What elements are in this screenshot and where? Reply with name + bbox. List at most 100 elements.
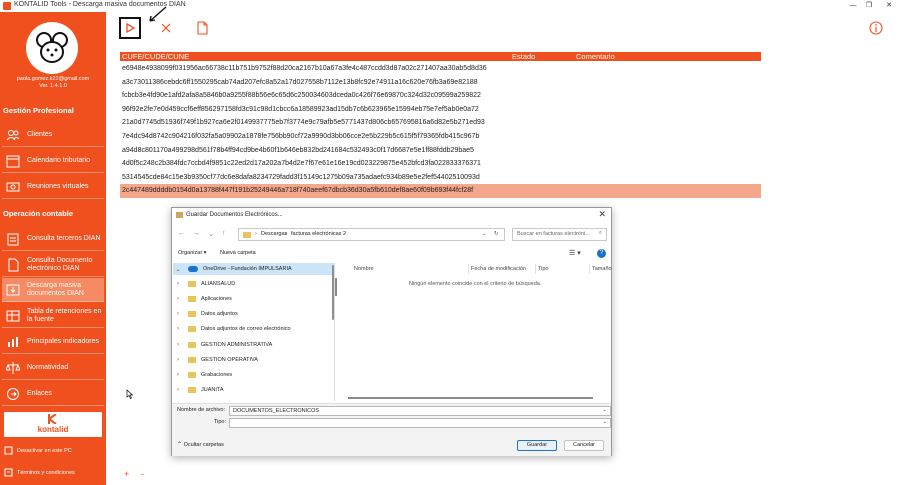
- table-row[interactable]: e6948e4938099f031956ac66738c11b751b9752f…: [120, 62, 761, 76]
- sidebar-item-calendario[interactable]: Calendario tributario: [2, 149, 104, 173]
- file-list-scrollbar[interactable]: [335, 278, 337, 296]
- address-dropdown-icon[interactable]: ⌄: [482, 231, 487, 237]
- dialog-close-button[interactable]: ✕: [598, 209, 606, 220]
- help-icon[interactable]: ?: [597, 249, 606, 258]
- sidebar-item-enlaces[interactable]: Enlaces: [2, 382, 104, 406]
- deactivate-pc-label: Desactivar en este PC: [17, 447, 72, 454]
- save-button[interactable]: Guardar: [517, 440, 557, 451]
- col-nombre[interactable]: Nombre: [354, 266, 374, 272]
- maximize-button[interactable]: ❐: [860, 0, 878, 12]
- mouse-cursor-icon: [126, 389, 134, 399]
- sidebar-item-consulta-terceros[interactable]: Consulta terceros DIAN: [2, 227, 104, 251]
- deactivate-pc-link[interactable]: Desactivar en este PC: [4, 446, 72, 455]
- tree-item-label: Grabaciones: [201, 372, 233, 378]
- sidebar-item-reuniones[interactable]: Reuniones virtuales: [2, 175, 104, 199]
- chevron-down-icon: ⌄: [175, 266, 181, 273]
- mouse-mascot-icon: [36, 32, 68, 63]
- sidebar-item-label: Descarga masiva documentos DIAN: [27, 281, 84, 297]
- video-icon: [6, 182, 20, 191]
- tree-item-label: Aplicaciones: [201, 296, 232, 302]
- view-options-icon[interactable]: ☰ ▾: [569, 249, 581, 257]
- dialog-folder-icon: [176, 212, 183, 218]
- table-row[interactable]: 5314545cde84c15e3b9350cf77dc6e8dafa82347…: [120, 171, 761, 185]
- sidebar-item-tabla-retenciones[interactable]: Tabla de retenciones en la fuente: [2, 304, 104, 328]
- download-icon: [6, 284, 20, 295]
- logo-text: kontalid: [37, 425, 69, 434]
- sidebar-item-indicadores[interactable]: Principales indicadores: [2, 330, 104, 354]
- chevron-right-icon: ›: [177, 372, 179, 378]
- back-arrow-icon[interactable]: ←: [178, 230, 185, 237]
- hide-folders-toggle[interactable]: ⌃ Ocultar carpetas: [177, 441, 224, 448]
- folder-icon: [188, 372, 196, 378]
- file-icon: [197, 21, 208, 35]
- col-estado[interactable]: Estado: [512, 52, 535, 61]
- sidebar-item-label: Consulta terceros DIAN: [27, 234, 101, 242]
- tree-item-juanita[interactable]: › JUANITA: [173, 384, 334, 396]
- start-download-button[interactable]: [119, 17, 141, 39]
- filename-value: DOCUMENTOS_ELECTRONICOS: [233, 408, 320, 414]
- path-current-folder[interactable]: facturas electrónicas 2: [291, 231, 346, 237]
- export-file-button[interactable]: [191, 17, 213, 39]
- col-cufe[interactable]: CUFE/CUDE/CUNE: [122, 52, 189, 61]
- organize-button[interactable]: Organizar ▾: [178, 250, 206, 256]
- tree-item-onedrive[interactable]: ⌄ OneDrive - Fundación IMPULSARIA: [173, 263, 334, 275]
- document-icon: [8, 258, 19, 271]
- link-icon: [7, 387, 19, 400]
- cancel-button[interactable]: [155, 17, 177, 39]
- tree-item-gestion-operativa[interactable]: › GESTION OPERATIVA: [173, 354, 334, 366]
- chevron-right-icon: ›: [177, 281, 179, 287]
- table-row[interactable]: 96f92e2fe7e0d459ccf6eff856297158fd3c91c9…: [120, 103, 761, 117]
- add-row-button[interactable]: +: [124, 469, 129, 479]
- col-tipo[interactable]: Tipo: [538, 266, 549, 272]
- table-row[interactable]: 7e4dc94d8742c904216f032fa5a09902a1878fe7…: [120, 130, 761, 144]
- chart-icon: [8, 336, 18, 347]
- tree-item-datos-adjuntos-correo[interactable]: › Datos adjuntos de correo electrónico: [173, 323, 334, 335]
- column-divider: [589, 264, 590, 274]
- sidebar: paola.gomez.k21@gmail.com Ver. 1.4.1.0 G…: [0, 12, 106, 485]
- filename-input[interactable]: DOCUMENTOS_ELECTRONICOS ⌄: [229, 406, 611, 416]
- remove-row-button[interactable]: -: [141, 469, 144, 479]
- cancel-dialog-button[interactable]: Cancelar: [564, 440, 604, 451]
- up-arrow-icon[interactable]: ↑: [222, 230, 226, 237]
- path-downloads[interactable]: Descargas: [261, 231, 287, 237]
- table-row-selected[interactable]: 2c447489ddddb0154d0a13788f447f191b252494…: [120, 184, 761, 198]
- tree-item-aliansalud[interactable]: › ALIANSALUD: [173, 278, 334, 290]
- dropdown-arrow-icon[interactable]: ⌄: [208, 230, 214, 238]
- app-icon: [3, 2, 11, 10]
- play-icon: [126, 22, 136, 34]
- type-select[interactable]: ⌄: [229, 418, 611, 428]
- search-input[interactable]: Buscar en facturas electróni... ⌕: [512, 228, 607, 241]
- power-icon: [4, 446, 13, 455]
- dialog-bottom: Nombre de archivo: DOCUMENTOS_ELECTRONIC…: [172, 403, 611, 456]
- col-comentario[interactable]: Comentario: [576, 52, 615, 61]
- table-row[interactable]: 4d0f5c248c2b384fdc7ccbd4f9851c22ed2d17a2…: [120, 157, 761, 171]
- table-row[interactable]: a94d8c801170a499298d561f78b4ff94cd9be4b6…: [120, 144, 761, 158]
- cloud-icon: [188, 266, 198, 272]
- col-tamano[interactable]: Tamaño: [592, 266, 612, 272]
- address-bar[interactable]: › Descargas › facturas electrónicas 2 ⌄ …: [238, 228, 505, 241]
- info-button[interactable]: [865, 17, 887, 39]
- sidebar-item-consulta-documento[interactable]: Consulta Documento electrónico DIAN: [2, 253, 104, 277]
- new-folder-button[interactable]: Nueva carpeta: [220, 250, 256, 256]
- tree-item-aplicaciones[interactable]: › Aplicaciones: [173, 293, 334, 305]
- col-fecha[interactable]: Fecha de modificación: [471, 266, 526, 272]
- tree-item-gestion-administrativa[interactable]: › GESTION ADMINISTRATIVA: [173, 339, 334, 351]
- tree-item-datos-adjuntos[interactable]: › Datos adjuntos: [173, 308, 334, 320]
- terms-link[interactable]: Términos y condiciones: [4, 468, 75, 477]
- sidebar-item-descarga-masiva[interactable]: Descarga masiva documentos DIAN: [2, 278, 104, 302]
- logo-mark-icon: [48, 414, 57, 424]
- sidebar-item-clientes[interactable]: Clientes: [2, 123, 104, 147]
- app-version: Ver. 1.4.1.0: [39, 83, 67, 89]
- forward-arrow-icon[interactable]: →: [193, 230, 200, 237]
- table-row[interactable]: fcbcb3e4fd90e1afd2afa8a5846b0a9255f88b56…: [120, 89, 761, 103]
- avatar: [26, 22, 78, 74]
- tree-scrollbar[interactable]: [332, 265, 334, 320]
- close-window-button[interactable]: ✕: [880, 0, 898, 12]
- refresh-icon[interactable]: ↻: [494, 231, 499, 237]
- horizontal-scrollbar[interactable]: [348, 397, 593, 399]
- tree-item-label: Datos adjuntos de correo electrónico: [201, 326, 291, 332]
- sidebar-item-normatividad[interactable]: Normatividad: [2, 356, 104, 380]
- tree-item-grabaciones[interactable]: › Grabaciones: [173, 369, 334, 381]
- table-row[interactable]: a3c73011386cebdc6ff1550295cab74ad207efc8…: [120, 76, 761, 90]
- table-row[interactable]: 21a0d7745d51936f749f1b927ca6e2f014993777…: [120, 116, 761, 130]
